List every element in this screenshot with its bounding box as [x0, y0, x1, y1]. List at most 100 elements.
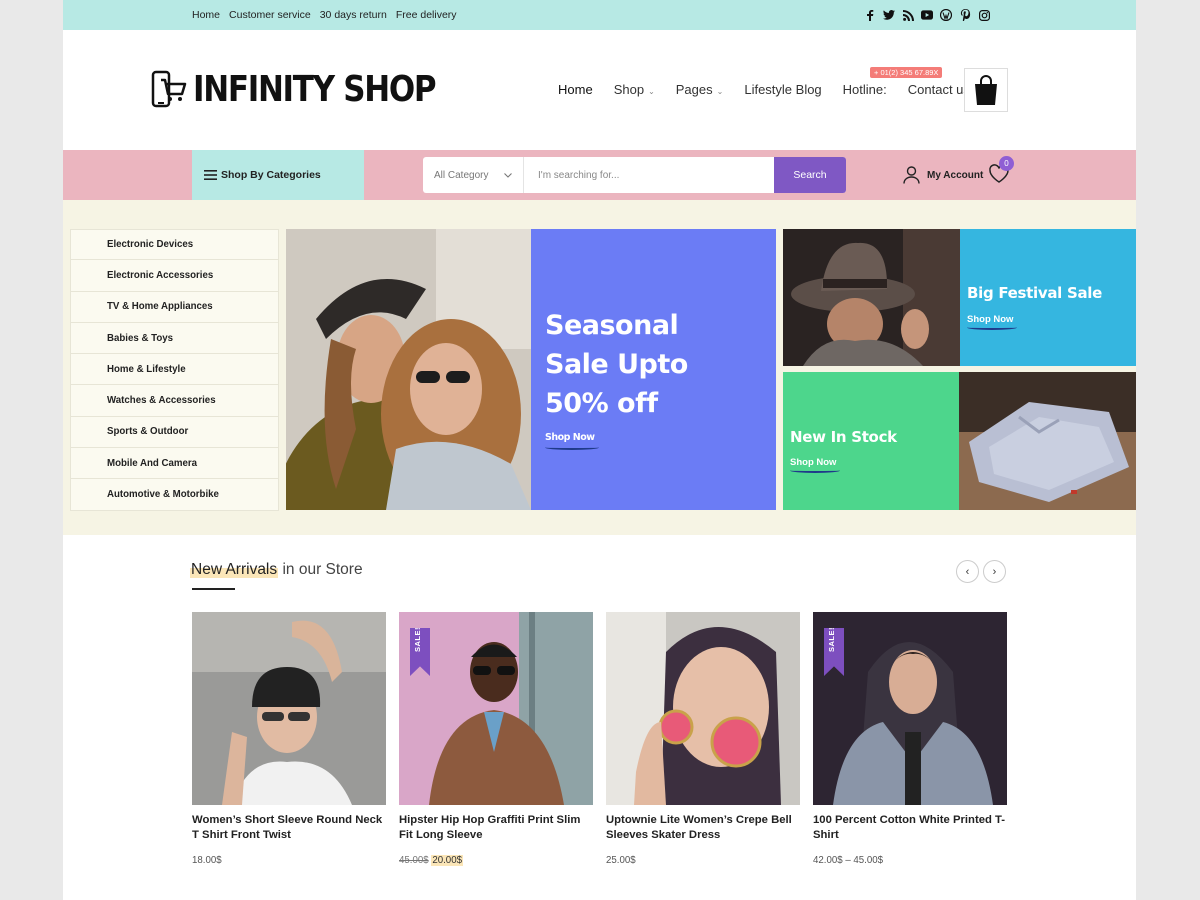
stock-title: New In Stock [790, 428, 897, 446]
nav-home[interactable]: Home [558, 82, 593, 97]
twitter-icon[interactable] [883, 9, 895, 21]
product-card[interactable]: Uptownie Lite Women’s Crepe Bell Sleeves… [606, 612, 800, 866]
heading-highlight: New Arrivals [190, 561, 279, 578]
chevron-right-icon[interactable]: › [983, 560, 1006, 583]
nav-blog-label: Lifestyle Blog [744, 82, 822, 97]
top-links: Home Customer service 30 days return Fre… [192, 9, 457, 21]
chevron-down-icon [504, 172, 512, 178]
product-price: 42.00$ – 45.00$ [813, 855, 883, 866]
nav-shop[interactable]: Shop ⌄ [614, 82, 655, 97]
category-item[interactable]: Babies & Toys [70, 322, 279, 355]
seasonal-shop-now-link[interactable]: Shop Now [545, 431, 598, 450]
product-card[interactable]: SALE! 100 Percent Cotton White Printed T… [813, 612, 1007, 866]
banner-line-2: Sale Upto [545, 349, 688, 380]
category-select-value: All Category [434, 169, 489, 181]
category-item[interactable]: Electronic Accessories [70, 260, 279, 292]
price-current: 20.00$ [431, 855, 463, 866]
two-women-photo [286, 229, 531, 510]
stock-shop-now-link[interactable]: Shop Now [790, 457, 841, 473]
woman-beanie-photo [192, 612, 386, 805]
product-price: 25.00$ [606, 855, 636, 866]
new-arrivals-heading: New Arrivals in our Store [190, 561, 363, 579]
logo-text: INFINITY SHOP [193, 68, 437, 110]
page: Home Customer service 30 days return Fre… [63, 0, 1136, 900]
category-item[interactable]: TV & Home Appliances [70, 291, 279, 323]
wordpress-icon[interactable] [940, 9, 952, 21]
seasonal-sale-text: Seasonal Sale Upto 50% off Shop Now [545, 306, 688, 450]
product-image[interactable]: SALE! [813, 612, 1007, 805]
sale-badge-label: SALE! [827, 627, 836, 652]
pinterest-icon[interactable] [959, 9, 971, 21]
nav-hotline[interactable]: Hotline: [843, 82, 887, 97]
product-name[interactable]: Hipster Hip Hop Graffiti Print Slim Fit … [399, 813, 593, 843]
hero-section: Electronic Devices Electronic Accessorie… [63, 200, 1136, 535]
category-item[interactable]: Watches & Accessories [70, 385, 279, 417]
wishlist-count-badge: 0 [999, 156, 1014, 171]
search-input[interactable] [524, 157, 774, 193]
top-link-returns[interactable]: 30 days return [320, 9, 387, 21]
price-current: 25.00$ [606, 855, 636, 866]
nav-lifestyle-blog[interactable]: Lifestyle Blog [744, 82, 821, 97]
category-item[interactable]: Sports & Outdoor [70, 416, 279, 449]
main-nav: Home Shop ⌄ Pages ⌄ Lifestyle Blog Hotline… [558, 82, 991, 97]
woman-pink-glasses-photo [606, 612, 800, 805]
product-card[interactable]: Women’s Short Sleeve Round Neck T Shirt … [192, 612, 386, 866]
cart-button[interactable] [964, 68, 1008, 112]
new-in-stock-tile[interactable]: New In Stock Shop Now [783, 372, 959, 510]
chevron-left-icon[interactable]: ‹ [956, 560, 979, 583]
shop-by-categories-button[interactable]: Shop By Categories [192, 150, 364, 200]
price-current: 42.00$ – 45.00$ [813, 855, 884, 866]
product-price: 18.00$ [192, 855, 222, 866]
category-item[interactable]: Home & Lifestyle [70, 354, 279, 386]
cart-phone-icon [151, 70, 187, 108]
instagram-icon[interactable] [978, 9, 990, 21]
festival-title: Big Festival Sale [967, 284, 1102, 302]
carousel-arrows: ‹ › [956, 560, 1006, 583]
top-link-delivery[interactable]: Free delivery [396, 9, 457, 21]
price-old: 45.00$ [399, 855, 429, 866]
my-account-label: My Account [927, 169, 984, 181]
top-link-customer-service[interactable]: Customer service [229, 9, 311, 21]
search-button[interactable]: Search [774, 157, 846, 193]
category-select[interactable]: All Category [423, 157, 524, 193]
big-festival-sale-tile[interactable]: Big Festival Sale Shop Now [960, 229, 1136, 366]
my-account-link[interactable]: My Account [903, 166, 983, 184]
product-name[interactable]: Uptownie Lite Women’s Crepe Bell Sleeves… [606, 813, 800, 843]
product-image[interactable] [192, 612, 386, 805]
sale-badge-label: SALE! [413, 627, 422, 652]
search-form: All Category Search [423, 157, 846, 193]
top-bar: Home Customer service 30 days return Fre… [63, 0, 1136, 30]
product-image[interactable]: SALE! [399, 612, 593, 805]
search-band: Shop By Categories All Category Search M… [63, 150, 1136, 200]
hat-man-photo-tile[interactable] [783, 229, 960, 366]
nav-contact[interactable]: Contact us [908, 82, 970, 97]
man-with-hat-photo [783, 229, 960, 366]
nav-contact-label: Contact us [907, 82, 970, 97]
heading-underline [192, 588, 235, 590]
nav-home-label: Home [558, 82, 593, 97]
user-icon [903, 166, 920, 184]
category-item[interactable]: Mobile And Camera [70, 448, 279, 480]
product-name[interactable]: 100 Percent Cotton White Printed T-Shirt [813, 813, 1007, 843]
product-image[interactable] [606, 612, 800, 805]
top-link-home[interactable]: Home [192, 9, 220, 21]
product-name[interactable]: Women’s Short Sleeve Round Neck T Shirt … [192, 813, 386, 843]
nav-pages[interactable]: Pages ⌄ [676, 82, 724, 97]
price-current: 18.00$ [192, 855, 222, 866]
rss-icon[interactable] [902, 9, 914, 21]
hotline-number-badge: + 01(2) 345 67.89X [870, 67, 943, 78]
seasonal-sale-banner[interactable]: Seasonal Sale Upto 50% off Shop Now [286, 229, 776, 510]
facebook-icon[interactable] [864, 9, 876, 21]
category-list: Electronic Devices Electronic Accessorie… [70, 229, 279, 511]
category-item[interactable]: Electronic Devices [70, 229, 279, 261]
festival-shop-now-link[interactable]: Shop Now [967, 314, 1018, 330]
product-price: 45.00$ 20.00$ [399, 855, 463, 866]
site-logo[interactable]: INFINITY SHOP [151, 68, 475, 110]
youtube-icon[interactable] [921, 9, 933, 21]
product-card[interactable]: SALE! Hipster Hip Hop Graffiti Print Sli… [399, 612, 593, 866]
category-item[interactable]: Automotive & Motorbike [70, 479, 279, 511]
shirts-photo-tile[interactable] [959, 372, 1136, 510]
chevron-down-icon: ⌄ [648, 87, 655, 96]
menu-icon [204, 170, 217, 180]
shopping-bag-icon [975, 75, 997, 105]
